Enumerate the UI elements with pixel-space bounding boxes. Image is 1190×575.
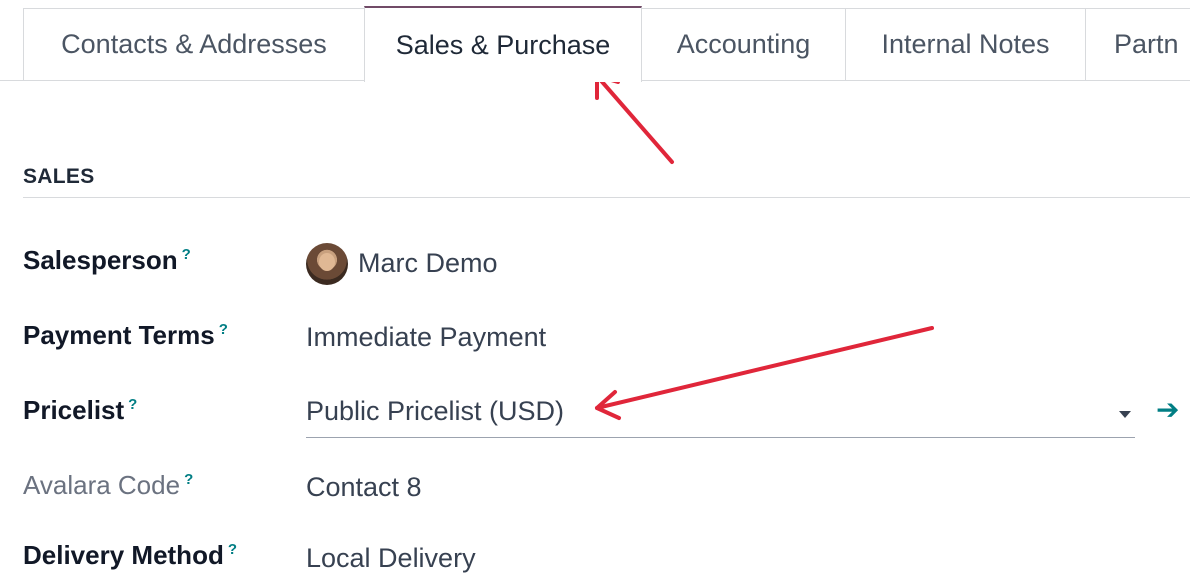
annotation-arrow-tab bbox=[595, 74, 674, 164]
help-icon[interactable]: ? bbox=[182, 246, 191, 263]
delivery-method-label: Delivery Method? bbox=[23, 540, 237, 571]
arrow-right-icon[interactable]: ➔ bbox=[1156, 396, 1179, 424]
salesperson-label: Salesperson? bbox=[23, 245, 191, 276]
delivery-method-label-text: Delivery Method bbox=[23, 540, 224, 570]
payment-terms-value[interactable]: Immediate Payment bbox=[306, 322, 546, 353]
help-icon[interactable]: ? bbox=[228, 541, 237, 558]
pricelist-select[interactable]: Public Pricelist (USD) bbox=[306, 392, 1135, 438]
notebook-tabs: Contacts & Addresses Sales & Purchase Ac… bbox=[0, 0, 1190, 82]
pricelist-label: Pricelist? bbox=[23, 395, 137, 426]
section-title-sales: SALES bbox=[23, 165, 95, 188]
salesperson-value[interactable]: Marc Demo bbox=[358, 248, 498, 279]
payment-terms-label-text: Payment Terms bbox=[23, 320, 215, 350]
salesperson-label-text: Salesperson bbox=[23, 245, 178, 275]
pricelist-value[interactable]: Public Pricelist (USD) bbox=[306, 396, 564, 427]
contact-form-page: Contacts & Addresses Sales & Purchase Ac… bbox=[0, 0, 1190, 575]
caret-down-icon[interactable] bbox=[1119, 411, 1131, 418]
tab-internal-notes[interactable]: Internal Notes bbox=[845, 8, 1086, 80]
help-icon[interactable]: ? bbox=[184, 471, 193, 488]
tab-partner[interactable]: Partn bbox=[1085, 8, 1190, 80]
section-divider bbox=[23, 197, 1190, 198]
pricelist-label-text: Pricelist bbox=[23, 395, 125, 425]
tab-sales-purchase[interactable]: Sales & Purchase bbox=[364, 6, 642, 82]
tab-contacts-addresses[interactable]: Contacts & Addresses bbox=[23, 8, 365, 80]
help-icon[interactable]: ? bbox=[128, 396, 137, 413]
help-icon[interactable]: ? bbox=[219, 321, 228, 338]
avalara-code-label: Avalara Code? bbox=[23, 470, 193, 501]
avalara-code-label-text: Avalara Code bbox=[23, 470, 181, 500]
salesperson-avatar[interactable] bbox=[306, 243, 348, 285]
avalara-code-value: Contact 8 bbox=[306, 472, 422, 502]
tab-accounting[interactable]: Accounting bbox=[641, 8, 846, 80]
payment-terms-label: Payment Terms? bbox=[23, 320, 228, 351]
delivery-method-value[interactable]: Local Delivery bbox=[306, 543, 476, 574]
